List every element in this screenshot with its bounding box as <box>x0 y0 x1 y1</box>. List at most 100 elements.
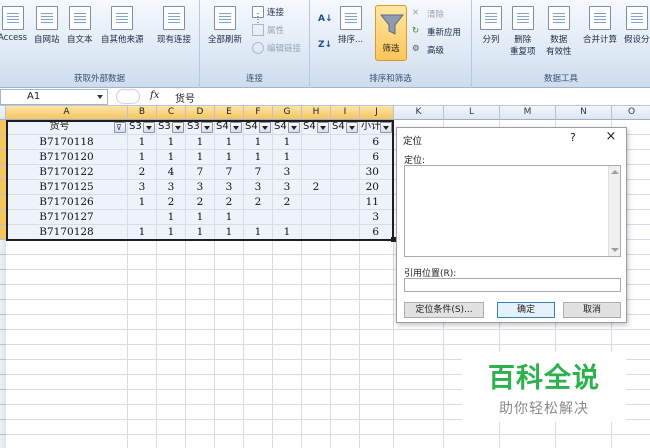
table-cell[interactable]: 1 <box>273 150 302 165</box>
table-cell[interactable] <box>331 165 360 180</box>
empty-cell[interactable] <box>394 390 444 405</box>
formula-content[interactable]: 货号 <box>175 90 195 105</box>
table-cell[interactable] <box>331 150 360 165</box>
empty-cell[interactable] <box>500 435 556 448</box>
table-cell[interactable] <box>273 210 302 225</box>
empty-cell[interactable] <box>128 435 157 448</box>
column-header[interactable]: F <box>244 106 273 120</box>
empty-cell[interactable] <box>244 255 273 270</box>
empty-cell[interactable] <box>215 435 244 448</box>
column-header[interactable]: G <box>273 106 302 120</box>
empty-cell[interactable] <box>157 315 186 330</box>
empty-cell[interactable] <box>244 420 273 435</box>
consolidate-button[interactable]: 合并计算 <box>583 6 617 45</box>
empty-cell[interactable] <box>186 255 215 270</box>
empty-cell[interactable] <box>273 330 302 345</box>
empty-cell[interactable] <box>394 375 444 390</box>
column-header[interactable]: D <box>186 106 215 120</box>
empty-cell[interactable] <box>186 270 215 285</box>
empty-cell[interactable] <box>244 240 273 255</box>
table-cell[interactable]: 7 <box>215 165 244 180</box>
empty-cell[interactable] <box>128 375 157 390</box>
empty-cell[interactable] <box>128 345 157 360</box>
table-cell[interactable]: 1 <box>157 150 186 165</box>
empty-cell[interactable] <box>157 270 186 285</box>
empty-cell[interactable] <box>360 300 394 315</box>
empty-cell[interactable] <box>128 300 157 315</box>
empty-cell[interactable] <box>157 345 186 360</box>
scroll-up-icon[interactable] <box>611 170 619 174</box>
empty-cell[interactable] <box>360 315 394 330</box>
empty-cell[interactable] <box>273 375 302 390</box>
empty-cell[interactable] <box>394 360 444 375</box>
empty-cell[interactable] <box>360 345 394 360</box>
table-cell[interactable]: 3 <box>215 180 244 195</box>
table-cell[interactable]: 3 <box>186 180 215 195</box>
table-cell[interactable]: 4 <box>157 165 186 180</box>
table-cell[interactable]: 1 <box>128 195 157 210</box>
goto-list-scrollbar[interactable] <box>608 166 620 256</box>
empty-cell[interactable] <box>360 330 394 345</box>
empty-cell[interactable] <box>6 270 128 285</box>
empty-cell[interactable] <box>273 360 302 375</box>
advanced-filter-button[interactable]: ⚙ 高级 <box>412 44 444 56</box>
table-cell[interactable]: 1 <box>273 225 302 240</box>
empty-cell[interactable] <box>302 375 331 390</box>
empty-cell[interactable] <box>6 285 128 300</box>
table-cell[interactable]: 1 <box>128 135 157 150</box>
empty-cell[interactable] <box>556 420 612 435</box>
empty-cell[interactable] <box>273 390 302 405</box>
empty-cell[interactable] <box>128 240 157 255</box>
table-cell[interactable]: 6 <box>360 150 394 165</box>
table-cell[interactable]: 2 <box>128 165 157 180</box>
sort-button[interactable]: 排序... <box>338 6 363 45</box>
empty-cell[interactable] <box>244 360 273 375</box>
empty-cell[interactable] <box>6 300 128 315</box>
empty-cell[interactable] <box>6 345 128 360</box>
empty-cell[interactable] <box>360 255 394 270</box>
empty-cell[interactable] <box>556 330 612 345</box>
table-cell[interactable]: 1 <box>186 210 215 225</box>
existing-connections-button[interactable]: 现有连接 <box>157 6 191 45</box>
empty-cell[interactable] <box>186 405 215 420</box>
table-cell[interactable] <box>331 195 360 210</box>
empty-cell[interactable] <box>273 240 302 255</box>
properties-button[interactable]: 属性 <box>252 24 284 36</box>
empty-cell[interactable] <box>244 270 273 285</box>
empty-cell[interactable] <box>360 285 394 300</box>
empty-cell[interactable] <box>128 315 157 330</box>
table-cell[interactable]: 1 <box>215 210 244 225</box>
empty-cell[interactable] <box>331 255 360 270</box>
text-to-columns-button[interactable]: 分列 <box>480 6 502 45</box>
filter-dropdown-icon[interactable] <box>143 122 155 133</box>
table-cell[interactable]: 1 <box>273 135 302 150</box>
empty-cell[interactable] <box>244 375 273 390</box>
empty-cell[interactable] <box>215 405 244 420</box>
table-cell[interactable] <box>244 210 273 225</box>
table-cell[interactable]: 30 <box>360 165 394 180</box>
empty-cell[interactable] <box>215 270 244 285</box>
empty-cell[interactable] <box>244 390 273 405</box>
empty-cell[interactable] <box>157 255 186 270</box>
empty-cell[interactable] <box>186 330 215 345</box>
empty-cell[interactable] <box>273 255 302 270</box>
empty-cell[interactable] <box>244 285 273 300</box>
table-cell[interactable]: 1 <box>244 135 273 150</box>
empty-cell[interactable] <box>157 300 186 315</box>
column-header[interactable]: A <box>6 106 128 120</box>
empty-cell[interactable] <box>331 345 360 360</box>
empty-cell[interactable] <box>331 240 360 255</box>
table-cell[interactable]: B7170118 <box>6 135 128 150</box>
table-cell[interactable]: 6 <box>360 225 394 240</box>
table-cell[interactable]: 3 <box>360 210 394 225</box>
what-if-analysis-button[interactable]: 假设分 <box>624 6 650 45</box>
empty-cell[interactable] <box>360 420 394 435</box>
from-access-button[interactable]: Access <box>0 6 27 43</box>
empty-cell[interactable] <box>331 420 360 435</box>
column-header[interactable]: H <box>302 106 331 120</box>
empty-cell[interactable] <box>128 255 157 270</box>
empty-cell[interactable] <box>215 315 244 330</box>
filter-button[interactable]: 筛选 <box>375 5 407 61</box>
filter-dropdown-icon[interactable] <box>346 122 358 133</box>
from-text-button[interactable]: 自文本 <box>67 6 93 45</box>
